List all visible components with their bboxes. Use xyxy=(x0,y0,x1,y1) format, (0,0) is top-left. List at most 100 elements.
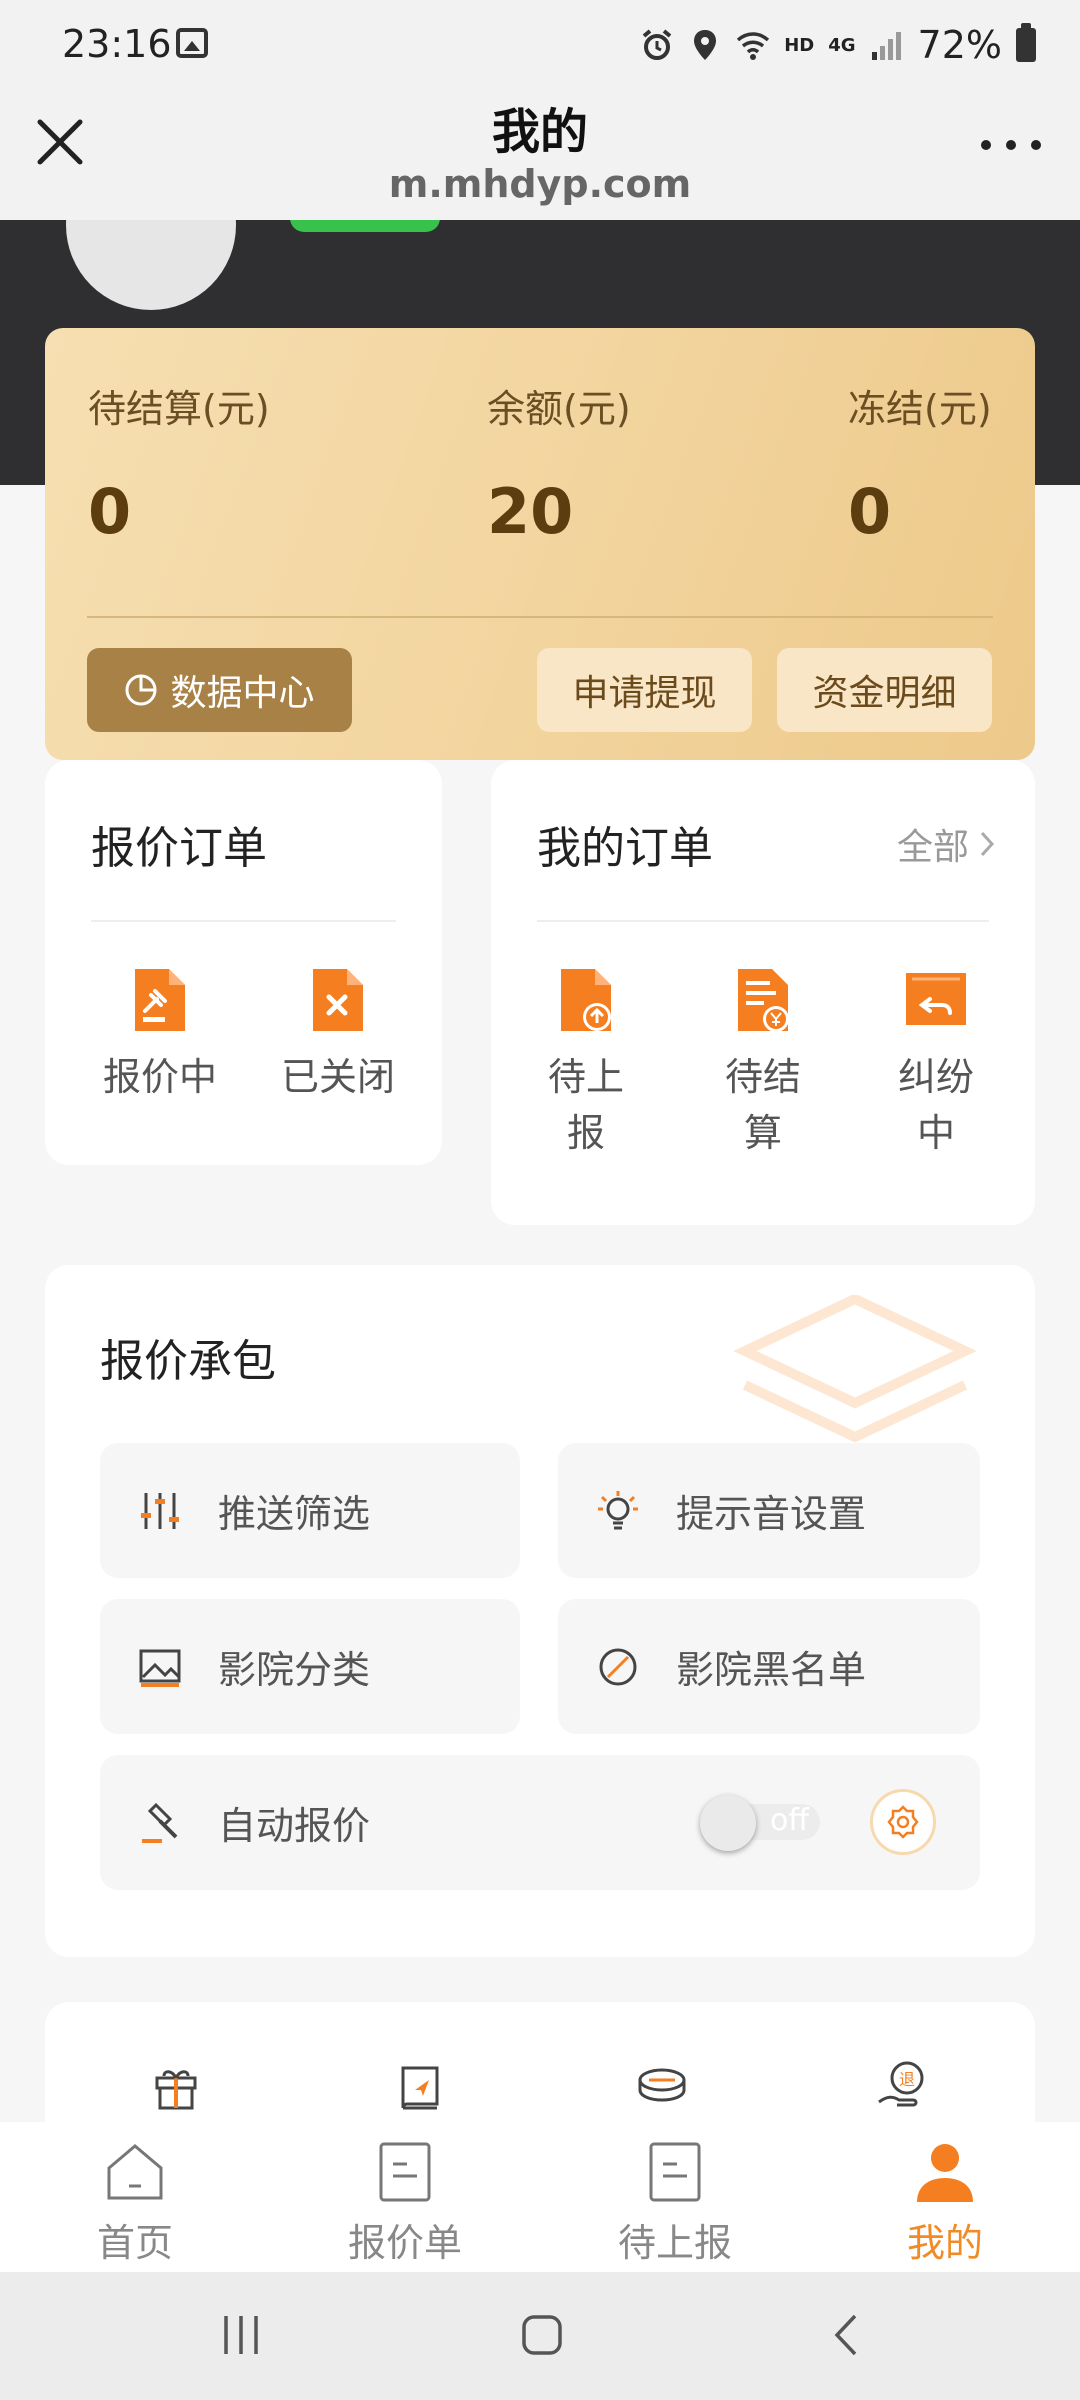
system-nav-bar xyxy=(0,2272,1080,2400)
alarm-icon xyxy=(642,29,672,60)
cinema-category-tile[interactable]: 影院分类 xyxy=(100,1599,520,1734)
page-url: m.mhdyp.com xyxy=(388,162,692,206)
recent-apps-icon[interactable] xyxy=(218,2312,264,2358)
sound-settings-label: 提示音设置 xyxy=(676,1492,867,1536)
book-icon[interactable] xyxy=(395,2062,445,2112)
bottom-nav: 首页 报价单 待上报 我的 xyxy=(0,2122,1080,2272)
svg-text:退: 退 xyxy=(899,2070,915,2089)
closed-doc-icon xyxy=(313,969,363,1031)
home-button-icon[interactable] xyxy=(519,2312,565,2358)
closed-label: 已关闭 xyxy=(280,1055,395,1099)
frozen-label: 冻结(元) xyxy=(848,387,992,431)
hd-label: HD xyxy=(784,34,815,56)
fund-details-label: 资金明细 xyxy=(812,673,957,714)
more-icon[interactable] xyxy=(976,130,1046,160)
balance-label: 余额(元) xyxy=(487,387,631,431)
dispute-label-2: 中 xyxy=(916,1111,955,1155)
gift-icon[interactable] xyxy=(151,2062,201,2112)
battery-icon xyxy=(1016,23,1036,62)
to-report-order-item[interactable]: 待上 报 xyxy=(506,965,666,1161)
to-settle-label-2: 算 xyxy=(743,1111,782,1155)
pending-value: 0 xyxy=(88,475,132,548)
signal-icon xyxy=(871,32,901,60)
all-orders-link[interactable]: 全部 xyxy=(897,818,995,870)
layers-watermark-icon xyxy=(733,1295,977,1443)
cinema-blacklist-tile[interactable]: 影院黑名单 xyxy=(558,1599,980,1734)
battery-percent: 72% xyxy=(917,23,1002,67)
quote-list-icon xyxy=(379,2142,431,2202)
my-orders-title: 我的订单 xyxy=(537,823,713,874)
home-icon xyxy=(107,2144,163,2200)
toggle-off-label: off xyxy=(770,1803,810,1838)
wifi-icon xyxy=(737,32,770,60)
screen: { "status_bar": { "time": "23:16", "netw… xyxy=(0,0,1080,2400)
nav-quotes-label: 报价单 xyxy=(347,2221,462,2265)
pending-label: 待结算(元) xyxy=(88,387,270,431)
wallet-card: 待结算(元) 0 余额(元) 20 冻结(元) 0 数据中心 申请提现 资金明细 xyxy=(45,328,1035,760)
quoting-label: 报价中 xyxy=(102,1055,217,1099)
nav-to-report-label: 待上报 xyxy=(617,2221,732,2265)
wallet-divider xyxy=(87,616,993,618)
my-orders-card: 我的订单 全部 待上 报 待结 算 纠纷 中 xyxy=(491,760,1035,1225)
quote-orders-card: 报价订单 报价中 已关闭 xyxy=(45,760,442,1165)
gear-icon xyxy=(887,1805,919,1839)
toggle-knob xyxy=(700,1795,756,1851)
cinema-category-label: 影院分类 xyxy=(218,1648,371,1692)
nav-mine[interactable]: 我的 xyxy=(845,2140,1045,2267)
upload-doc-icon xyxy=(561,969,611,1031)
frozen: 冻结(元) 0 xyxy=(848,378,992,548)
sound-settings-tile[interactable]: 提示音设置 xyxy=(558,1443,980,1578)
data-center-button[interactable]: 数据中心 xyxy=(87,648,352,732)
dispute-box-icon xyxy=(906,973,966,1025)
status-time: 23:16 xyxy=(62,22,172,66)
withdraw-label: 申请提现 xyxy=(572,673,717,714)
nav-quotes[interactable]: 报价单 xyxy=(305,2140,505,2267)
pie-chart-icon xyxy=(125,674,157,706)
quote-orders-divider xyxy=(91,920,396,922)
balance-value: 20 xyxy=(487,475,574,548)
nav-to-report[interactable]: 待上报 xyxy=(575,2140,775,2267)
quote-contract-card: 报价承包 推送筛选 提示音设置 影院分类 影院黑名单 自动报价 off xyxy=(45,1265,1035,1957)
fund-details-button[interactable]: 资金明细 xyxy=(777,648,992,732)
my-orders-divider xyxy=(537,920,989,922)
nav-home[interactable]: 首页 xyxy=(35,2140,235,2267)
sliders-icon xyxy=(141,1492,179,1529)
contract-title: 报价承包 xyxy=(100,1336,276,1387)
coins-icon[interactable] xyxy=(635,2062,689,2112)
settle-doc-icon xyxy=(738,969,789,1032)
refund-hand-icon[interactable]: 退 xyxy=(875,2058,931,2114)
gavel-doc-icon xyxy=(135,969,185,1031)
nav-mine-label: 我的 xyxy=(906,2221,983,2265)
quote-orders-title: 报价订单 xyxy=(91,823,267,874)
avatar[interactable] xyxy=(66,220,236,310)
cinema-blacklist-label: 影院黑名单 xyxy=(676,1648,867,1692)
report-list-icon xyxy=(649,2142,701,2202)
auto-quote-settings-button[interactable] xyxy=(870,1789,936,1855)
to-report-label-2: 报 xyxy=(566,1111,605,1155)
auto-quote-toggle[interactable]: off xyxy=(700,1795,820,1851)
closed-order-item[interactable]: 已关闭 xyxy=(263,965,413,1105)
dispute-label-1: 纠纷 xyxy=(897,1055,974,1099)
withdraw-button[interactable]: 申请提现 xyxy=(537,648,752,732)
frozen-value: 0 xyxy=(848,475,892,548)
dispute-order-item[interactable]: 纠纷 中 xyxy=(856,965,1016,1161)
status-bar: 23:16 HD 4G 72% xyxy=(0,0,1080,90)
chevron-right-icon xyxy=(980,831,995,857)
image-frame-icon xyxy=(139,1649,181,1687)
auto-quote-tile: 自动报价 off xyxy=(100,1755,980,1890)
location-icon xyxy=(694,30,717,60)
user-badge xyxy=(290,220,440,232)
to-settle-order-item[interactable]: 待结 算 xyxy=(683,965,843,1161)
quoting-order-item[interactable]: 报价中 xyxy=(85,965,235,1105)
back-icon[interactable] xyxy=(825,2312,871,2358)
push-filter-tile[interactable]: 推送筛选 xyxy=(100,1443,520,1578)
nav-home-label: 首页 xyxy=(96,2221,173,2265)
balance: 余额(元) 20 xyxy=(487,378,631,548)
data-center-label: 数据中心 xyxy=(170,673,315,714)
block-icon xyxy=(599,1648,637,1685)
to-report-label-1: 待上 xyxy=(547,1055,624,1099)
gavel-icon xyxy=(142,1802,178,1843)
lightbulb-icon xyxy=(598,1490,638,1529)
pending-settlement: 待结算(元) 0 xyxy=(88,378,270,548)
user-icon xyxy=(917,2144,973,2202)
